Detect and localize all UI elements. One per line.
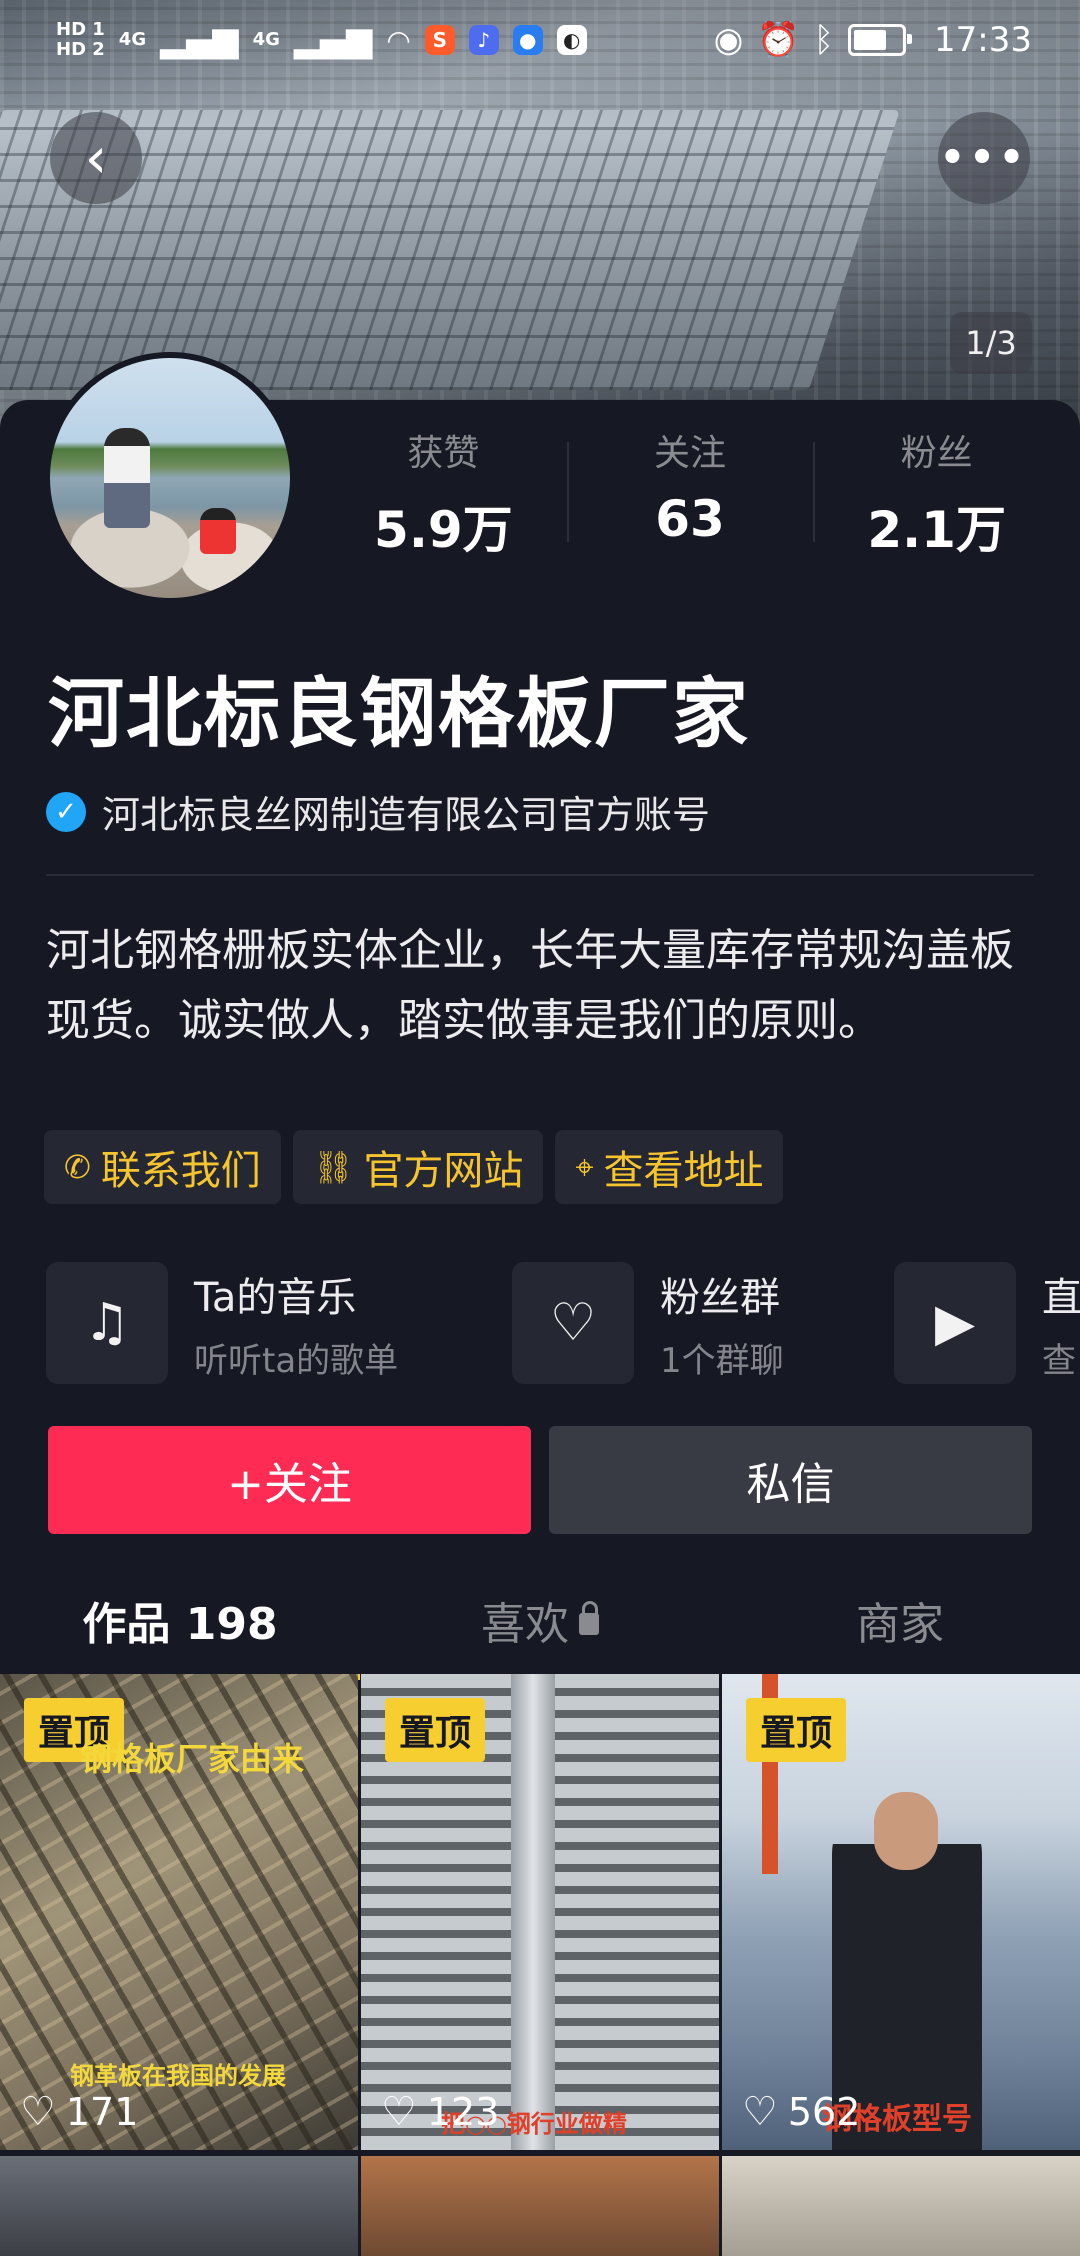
video-grid: 置顶 钢格板厂家由来 钢革板在我国的发展 ♡ 171 置顶 把○○钢行业做精 ♡… xyxy=(0,1674,1080,2256)
tab-likes[interactable]: 喜欢 xyxy=(360,1570,720,1670)
back-button[interactable]: ‹ xyxy=(50,112,142,204)
official-website-button[interactable]: ⛓ 官方网站 xyxy=(292,1130,544,1204)
link-icon: ⛓ xyxy=(312,1148,354,1186)
like-count: ♡ 123 xyxy=(381,2090,499,2134)
clock-time: 17:33 xyxy=(934,20,1032,60)
avatar-figure xyxy=(104,428,150,528)
app-s-icon: S xyxy=(424,25,455,55)
video-caption: 钢格板厂家由来 xyxy=(80,1740,305,1778)
heart-icon: ♡ xyxy=(20,2089,56,2135)
location-icon: ⌖ xyxy=(575,1147,594,1186)
follow-button[interactable]: +关注 xyxy=(48,1426,531,1534)
service-title: Ta的音乐 xyxy=(194,1274,357,1321)
profile-stats: 获赞 5.9万 关注 63 粉丝 2.1万 xyxy=(320,420,1060,559)
fan-group-icon: ♡ xyxy=(512,1262,634,1384)
service-subtitle: 听听ta的歌单 xyxy=(194,1340,399,1381)
tab-label: 作品 198 xyxy=(82,1599,278,1650)
hd2-label: HD 2 xyxy=(56,39,105,60)
link-label: 官方网站 xyxy=(363,1148,524,1194)
ball-app-icon: ◐ xyxy=(556,25,587,55)
chevron-left-icon: ‹ xyxy=(84,125,108,191)
tab-works[interactable]: 作品 198 xyxy=(0,1570,360,1680)
more-button[interactable]: ••• xyxy=(938,112,1030,204)
content-tabs: 作品 198 喜欢 商家 xyxy=(0,1570,1080,1680)
service-subtitle: 1个群聊 xyxy=(660,1340,784,1381)
person-head-shape xyxy=(874,1792,938,1870)
profile-name: 河北标良钢格板厂家 xyxy=(48,669,750,758)
tab-label: 商家 xyxy=(856,1599,944,1650)
lock-icon xyxy=(579,1601,599,1635)
hd1-label: HD 1 xyxy=(56,19,105,40)
verification-row[interactable]: ✓ 河北标良丝网制造有限公司官方账号 xyxy=(46,784,710,839)
heart-icon: ♡ xyxy=(381,2089,417,2135)
music-icon: ♫ xyxy=(46,1262,168,1384)
message-button[interactable]: 私信 xyxy=(549,1426,1032,1534)
video-thumbnail[interactable] xyxy=(722,2156,1080,2256)
status-right: ◉ ⏰ ᛒ 17:33 xyxy=(714,20,1032,60)
link-label: 查看地址 xyxy=(603,1148,764,1194)
service-live[interactable]: ▶ 直 查 xyxy=(894,1262,1080,1384)
video-thumbnail[interactable] xyxy=(361,2156,719,2256)
banner-page-indicator: 1/3 xyxy=(950,312,1032,374)
services-row: ♫ Ta的音乐 听听ta的歌单 ♡ 粉丝群 1个群聊 ▶ 直 查 xyxy=(46,1262,1080,1386)
pinned-badge: 置顶 xyxy=(385,1698,486,1762)
like-count: ♡ 171 xyxy=(20,2090,138,2134)
stat-label: 获赞 xyxy=(407,433,480,474)
profile-bio: 河北钢格栅板实体企业，长年大量库存常规沟盖板现货。诚实做人，踏实做事是我们的原则… xyxy=(46,925,1014,1046)
avatar-figure xyxy=(200,508,236,554)
profile-links: ✆ 联系我们 ⛓ 官方网站 ⌖ 查看地址 xyxy=(44,1130,784,1204)
video-caption: 钢革板在我国的发展 xyxy=(70,2062,286,2090)
like-count-value: 123 xyxy=(426,2090,500,2134)
tab-merchant[interactable]: 商家 xyxy=(720,1570,1080,1670)
signal-icon: ▂▄▆ xyxy=(160,20,239,60)
video-thumbnail[interactable]: 置顶 钢格板厂家由来 钢革板在我国的发展 ♡ 171 xyxy=(0,1674,358,2150)
hd-indicators: HD 1 HD 2 xyxy=(56,20,105,60)
verified-check-icon: ✓ xyxy=(46,791,86,832)
pinned-badge: 置顶 xyxy=(746,1698,847,1762)
music-app-icon: ♪ xyxy=(468,25,499,55)
eye-icon: ◉ xyxy=(713,20,744,60)
video-thumbnail[interactable]: 置顶 钢格板型号 ♡ 562 xyxy=(722,1674,1080,2150)
phone-icon: ✆ xyxy=(64,1148,91,1186)
service-music[interactable]: ♫ Ta的音乐 听听ta的歌单 xyxy=(46,1262,398,1384)
battery-icon xyxy=(848,24,913,56)
bluetooth-icon: ᛒ xyxy=(813,20,835,60)
status-left: HD 1 HD 2 4G ▂▄▆ 4G ▂▄▆ ◠ S ♪ ● ◐ xyxy=(56,20,587,60)
network-1-label: 4G xyxy=(118,29,147,50)
like-count: ♡ 562 xyxy=(742,2090,860,2134)
network-2-label: 4G xyxy=(252,29,280,50)
stat-label: 关注 xyxy=(654,433,727,474)
link-label: 联系我们 xyxy=(100,1148,261,1194)
service-subtitle: 查 xyxy=(1042,1340,1076,1381)
bulb-app-icon: ● xyxy=(512,25,543,55)
alarm-icon: ⏰ xyxy=(757,20,800,60)
tab-label: 喜欢 xyxy=(481,1599,569,1650)
verified-text: 河北标良丝网制造有限公司官方账号 xyxy=(102,793,711,837)
stat-likes[interactable]: 获赞 5.9万 xyxy=(320,420,567,559)
heart-icon: ♡ xyxy=(742,2089,778,2135)
avatar[interactable] xyxy=(44,352,296,604)
signal-icon: ▂▄▆ xyxy=(293,20,373,60)
live-tv-icon: ▶ xyxy=(894,1262,1016,1384)
view-address-button[interactable]: ⌖ 查看地址 xyxy=(555,1130,784,1204)
like-count-value: 171 xyxy=(65,2090,139,2134)
video-thumbnail[interactable] xyxy=(0,2156,358,2256)
service-title: 粉丝群 xyxy=(660,1274,780,1321)
status-bar: HD 1 HD 2 4G ▂▄▆ 4G ▂▄▆ ◠ S ♪ ● ◐ ◉ ⏰ ᛒ … xyxy=(0,0,1080,80)
video-thumbnail[interactable]: 置顶 把○○钢行业做精 ♡ 123 xyxy=(361,1674,719,2150)
like-count-value: 562 xyxy=(787,2090,861,2134)
action-buttons: +关注 私信 xyxy=(48,1426,1032,1534)
wifi-icon: ◠ xyxy=(386,23,411,57)
stat-label: 粉丝 xyxy=(900,433,973,474)
service-title: 直 xyxy=(1042,1274,1080,1321)
service-fan-group[interactable]: ♡ 粉丝群 1个群聊 xyxy=(512,1262,784,1384)
divider xyxy=(46,874,1034,876)
more-dots-icon: ••• xyxy=(939,135,1029,181)
stat-following[interactable]: 关注 63 xyxy=(566,420,814,550)
stat-value: 63 xyxy=(655,490,725,548)
stat-followers[interactable]: 粉丝 2.1万 xyxy=(813,420,1060,559)
stat-value: 2.1万 xyxy=(867,501,1006,559)
contact-us-button[interactable]: ✆ 联系我们 xyxy=(44,1130,281,1204)
stat-value: 5.9万 xyxy=(374,501,513,559)
